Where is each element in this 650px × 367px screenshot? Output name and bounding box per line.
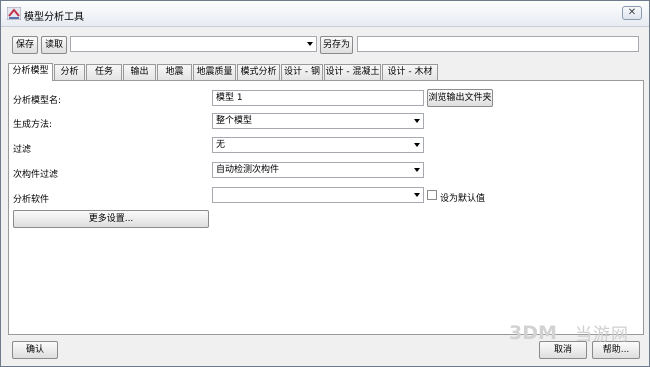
tab-tasks[interactable]: 任务 [86,64,122,81]
tab-analysis[interactable]: 分析 [54,64,85,81]
analysis-software-label: 分析软件 [13,195,50,205]
tab-output[interactable]: 输出 [123,64,156,81]
close-button[interactable]: ✕ [622,6,642,20]
creation-method-label: 生成方法: [13,120,53,130]
close-icon: ✕ [627,7,637,18]
more-settings-button[interactable]: 更多设置... [13,210,209,228]
creation-method-select[interactable]: 整个模型 [212,113,424,129]
chevron-down-icon [414,119,420,123]
secondary-filter-select[interactable]: 自动检测次构件 [212,162,424,178]
secondary-filter-value: 自动检测次构件 [216,165,280,175]
filter-value: 无 [216,140,226,150]
save-as-name-input[interactable] [357,36,639,52]
window-title: 模型分析工具 [24,12,84,23]
chevron-down-icon [414,143,420,147]
save-as-button[interactable]: 另存为 [320,36,353,54]
secondary-filter-label: 次构件过滤 [13,170,59,180]
chevron-down-icon [414,193,420,197]
tab-design-timber[interactable]: 设计 - 木材 [382,64,438,81]
ok-button[interactable]: 确认 [12,341,58,359]
tab-strip: 分析模型 分析 任务 输出 地震 地震质量 模式分析 设计 - 钢 设计 - 混… [8,63,644,81]
filter-select[interactable]: 无 [212,137,424,153]
chevron-down-icon [307,42,313,46]
tab-seismic[interactable]: 地震 [157,64,192,81]
svg-text:3DM: 3DM [509,322,557,344]
title-bar[interactable]: 模型分析工具 ✕ [1,1,649,27]
model-analysis-tool-window: 模型分析工具 ✕ 保存 读取 另存为 分析模型 分析 任务 输出 地震 地震质量… [0,0,650,367]
model-name-value: 模型 1 [216,93,243,103]
tab-modal-analysis[interactable]: 模式分析 [237,64,280,81]
set-default-label: 设为默认值 [440,194,486,204]
chevron-down-icon [414,168,420,172]
model-name-label: 分析模型名: [13,96,62,106]
watermark-mark: 3DM [509,322,557,344]
tab-design-steel[interactable]: 设计 - 钢 [281,64,323,81]
model-name-input[interactable]: 模型 1 [212,90,424,106]
app-icon [7,7,21,20]
set-default-checkbox[interactable] [427,190,437,200]
analysis-software-select[interactable] [212,187,424,203]
creation-method-value: 整个模型 [216,116,253,126]
preset-combobox[interactable] [70,36,317,52]
save-button[interactable]: 保存 [12,36,38,54]
tab-analysis-model[interactable]: 分析模型 [8,63,53,81]
watermark-logo: 3DM 当游网 [509,319,641,345]
tab-seismic-mass[interactable]: 地震质量 [193,64,236,81]
tab-design-concrete[interactable]: 设计 - 混凝土 [324,64,381,81]
load-button[interactable]: 读取 [41,36,67,54]
watermark-text: 当游网 [575,325,629,345]
analysis-model-panel: 分析模型名: 模型 1 浏览输出文件夹 生成方法: 整个模型 过滤 无 次构件过… [8,80,644,335]
filter-label: 过滤 [13,145,32,155]
browse-output-folder-button[interactable]: 浏览输出文件夹 [427,89,493,107]
